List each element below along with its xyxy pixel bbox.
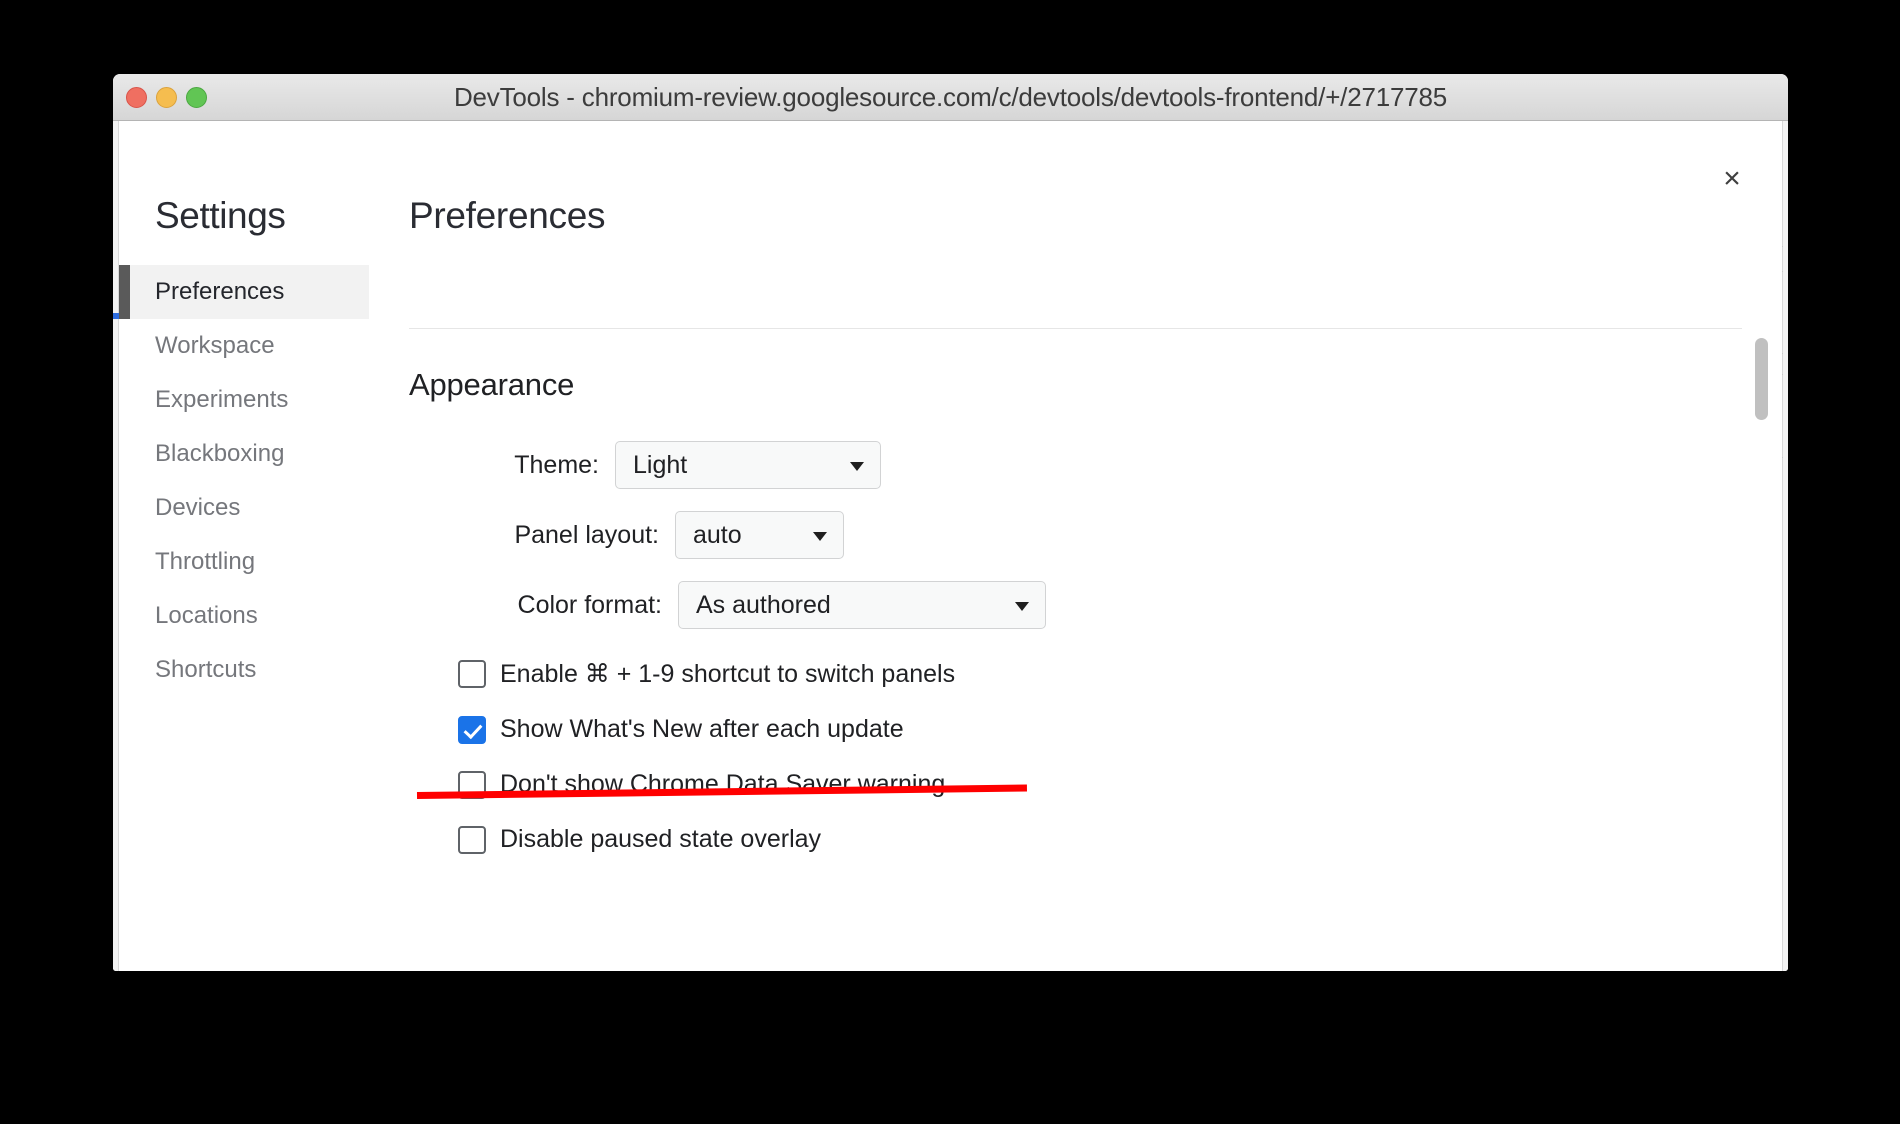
settings-sidebar: Settings Preferences Workspace Experimen… — [119, 121, 369, 971]
window-title: DevTools - chromium-review.googlesource.… — [453, 81, 1448, 112]
app-window: DevTools - chromium-review.googlesource.… — [113, 74, 1788, 971]
checkbox-row-enable-cmd-shortcut[interactable]: Enable ⌘ + 1-9 shortcut to switch panels — [409, 659, 1782, 689]
window-maximize-button[interactable] — [186, 86, 207, 108]
theme-select-value: Light — [633, 450, 688, 479]
traffic-light-group — [126, 74, 207, 120]
sidebar-item-label: Workspace — [155, 332, 275, 359]
sidebar-item-locations[interactable]: Locations — [119, 589, 369, 643]
window-minimize-button[interactable] — [156, 86, 177, 108]
settings-body: Appearance Theme: Light Panel layout: au… — [369, 329, 1782, 854]
scrollbar-thumb[interactable] — [1755, 338, 1768, 420]
sidebar-item-label: Blackboxing — [155, 440, 285, 467]
sidebar-item-shortcuts[interactable]: Shortcuts — [119, 643, 369, 697]
content-shell: × Settings Preferences Workspace Experim… — [113, 121, 1788, 971]
panel-layout-label: Panel layout: — [514, 520, 659, 549]
color-format-label: Color format: — [517, 590, 662, 619]
window-titlebar[interactable]: DevTools - chromium-review.googlesource.… — [113, 74, 1788, 121]
sidebar-list: Preferences Workspace Experiments Blackb… — [119, 265, 369, 697]
settings-dialog: × Settings Preferences Workspace Experim… — [119, 121, 1782, 971]
checkbox-dont-show-data-saver-warning[interactable] — [458, 770, 486, 799]
sidebar-item-experiments[interactable]: Experiments — [119, 373, 369, 427]
settings-scroll-area[interactable]: Appearance Theme: Light Panel layout: au… — [369, 329, 1782, 971]
panel-layout-select[interactable]: auto — [675, 511, 844, 559]
checkbox-row-dont-show-data-saver-warning[interactable]: Don't show Chrome Data Saver warning — [409, 770, 1782, 799]
chevron-down-icon — [850, 462, 864, 471]
sidebar-item-label: Shortcuts — [155, 656, 257, 683]
checkbox-show-whats-new[interactable] — [458, 715, 486, 744]
sidebar-item-throttling[interactable]: Throttling — [119, 535, 369, 589]
sidebar-item-label: Throttling — [155, 548, 256, 575]
chevron-down-icon — [813, 532, 827, 541]
dialog-bottom-strip — [119, 950, 1782, 971]
chevron-down-icon — [1015, 602, 1029, 611]
checkbox-label: Disable paused state overlay — [500, 825, 822, 853]
checkbox-row-disable-paused-state-overlay[interactable]: Disable paused state overlay — [409, 825, 1782, 854]
page-edge-right — [1782, 121, 1788, 971]
sidebar-item-devices[interactable]: Devices — [119, 481, 369, 535]
field-row-theme: Theme: Light — [409, 441, 1782, 489]
settings-main-panel: Preferences Appearance Theme: Light Pane… — [369, 121, 1782, 971]
scrollbar-track[interactable] — [1754, 331, 1770, 971]
checkbox-row-show-whats-new[interactable]: Show What's New after each update — [409, 715, 1782, 744]
sidebar-item-preferences[interactable]: Preferences — [119, 265, 369, 319]
settings-heading: Settings — [155, 195, 286, 236]
checkbox-label: Show What's New after each update — [500, 715, 904, 743]
field-row-color-format: Color format: As authored — [409, 581, 1782, 629]
sidebar-item-label: Experiments — [155, 386, 289, 413]
page-title: Preferences — [409, 195, 606, 236]
section-title-appearance: Appearance — [409, 367, 575, 402]
sidebar-item-label: Preferences — [155, 278, 285, 305]
checkbox-label: Don't show Chrome Data Saver warning — [500, 770, 946, 798]
field-row-panel-layout: Panel layout: auto — [409, 511, 1782, 559]
color-format-select[interactable]: As authored — [678, 581, 1046, 629]
sidebar-item-blackboxing[interactable]: Blackboxing — [119, 427, 369, 481]
window-close-button[interactable] — [126, 86, 147, 108]
sidebar-item-label: Locations — [155, 602, 258, 629]
theme-label: Theme: — [514, 450, 599, 479]
sidebar-item-label: Devices — [155, 494, 241, 521]
color-format-select-value: As authored — [696, 590, 831, 619]
theme-select[interactable]: Light — [615, 441, 881, 489]
checkbox-enable-cmd-shortcut[interactable] — [458, 660, 486, 688]
checkbox-disable-paused-state-overlay[interactable] — [458, 825, 486, 854]
checkbox-label: Enable ⌘ + 1-9 shortcut to switch panels — [500, 660, 956, 688]
panel-layout-select-value: auto — [693, 520, 742, 549]
sidebar-item-workspace[interactable]: Workspace — [119, 319, 369, 373]
